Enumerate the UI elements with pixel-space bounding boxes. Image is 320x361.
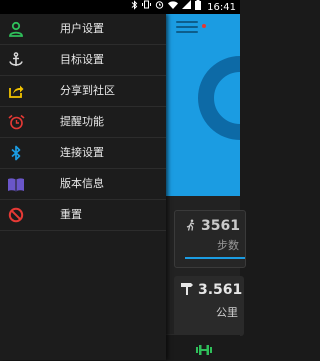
bluetooth-icon bbox=[7, 144, 25, 162]
menu-item-label: 用户设置 bbox=[60, 22, 104, 35]
bluetooth-icon bbox=[131, 0, 138, 15]
steps-unit: 步数 bbox=[217, 239, 239, 252]
menu-item-reminders[interactable]: 提醒功能 bbox=[0, 107, 166, 138]
bottom-bar bbox=[166, 334, 240, 361]
vibrate-icon bbox=[142, 0, 152, 14]
alarm-icon bbox=[155, 0, 164, 14]
steps-underline bbox=[185, 257, 245, 259]
notification-dot bbox=[202, 24, 206, 28]
menu-item-label: 提醒功能 bbox=[60, 115, 104, 128]
user-icon bbox=[7, 20, 25, 38]
dumbbell-icon[interactable] bbox=[196, 341, 212, 360]
menu-item-goal-settings[interactable]: 目标设置 bbox=[0, 45, 166, 76]
progress-ring bbox=[198, 56, 240, 140]
steps-card[interactable]: 3561 步数 bbox=[174, 210, 246, 268]
wifi-icon bbox=[168, 0, 179, 14]
reset-icon bbox=[7, 206, 25, 224]
menu-item-version-info[interactable]: 版本信息 bbox=[0, 169, 166, 200]
status-time: 16:41 bbox=[207, 1, 236, 13]
status-bar: 16:41 bbox=[0, 0, 240, 14]
menu-item-label: 版本信息 bbox=[60, 177, 104, 190]
menu-item-connection-settings[interactable]: 连接设置 bbox=[0, 138, 166, 169]
menu-item-reset[interactable]: 重置 bbox=[0, 200, 166, 231]
distance-card[interactable]: 3.561 公里 bbox=[174, 276, 244, 336]
menu-item-user-settings[interactable]: 用户设置 bbox=[0, 14, 166, 45]
menu-button[interactable] bbox=[176, 18, 198, 34]
signpost-icon bbox=[180, 280, 194, 299]
navigation-drawer: 用户设置 目标设置 分享到社区 提醒功能 连接设置 版本信息 重置 bbox=[0, 14, 166, 360]
menu-item-label: 连接设置 bbox=[60, 146, 104, 159]
signal-icon bbox=[182, 0, 192, 14]
distance-value: 3.561 bbox=[198, 281, 243, 298]
steps-value: 3561 bbox=[201, 217, 240, 234]
anchor-icon bbox=[7, 51, 25, 69]
book-icon bbox=[7, 175, 25, 193]
distance-unit: 公里 bbox=[216, 306, 238, 319]
menu-item-label: 目标设置 bbox=[60, 53, 104, 66]
menu-item-share-community[interactable]: 分享到社区 bbox=[0, 76, 166, 107]
menu-item-label: 分享到社区 bbox=[60, 84, 115, 97]
alarm-clock-icon bbox=[7, 113, 25, 131]
share-icon bbox=[7, 82, 25, 100]
menu-item-label: 重置 bbox=[60, 208, 82, 221]
walking-icon bbox=[185, 216, 197, 235]
battery-icon bbox=[195, 0, 202, 15]
header-panel bbox=[166, 14, 240, 196]
